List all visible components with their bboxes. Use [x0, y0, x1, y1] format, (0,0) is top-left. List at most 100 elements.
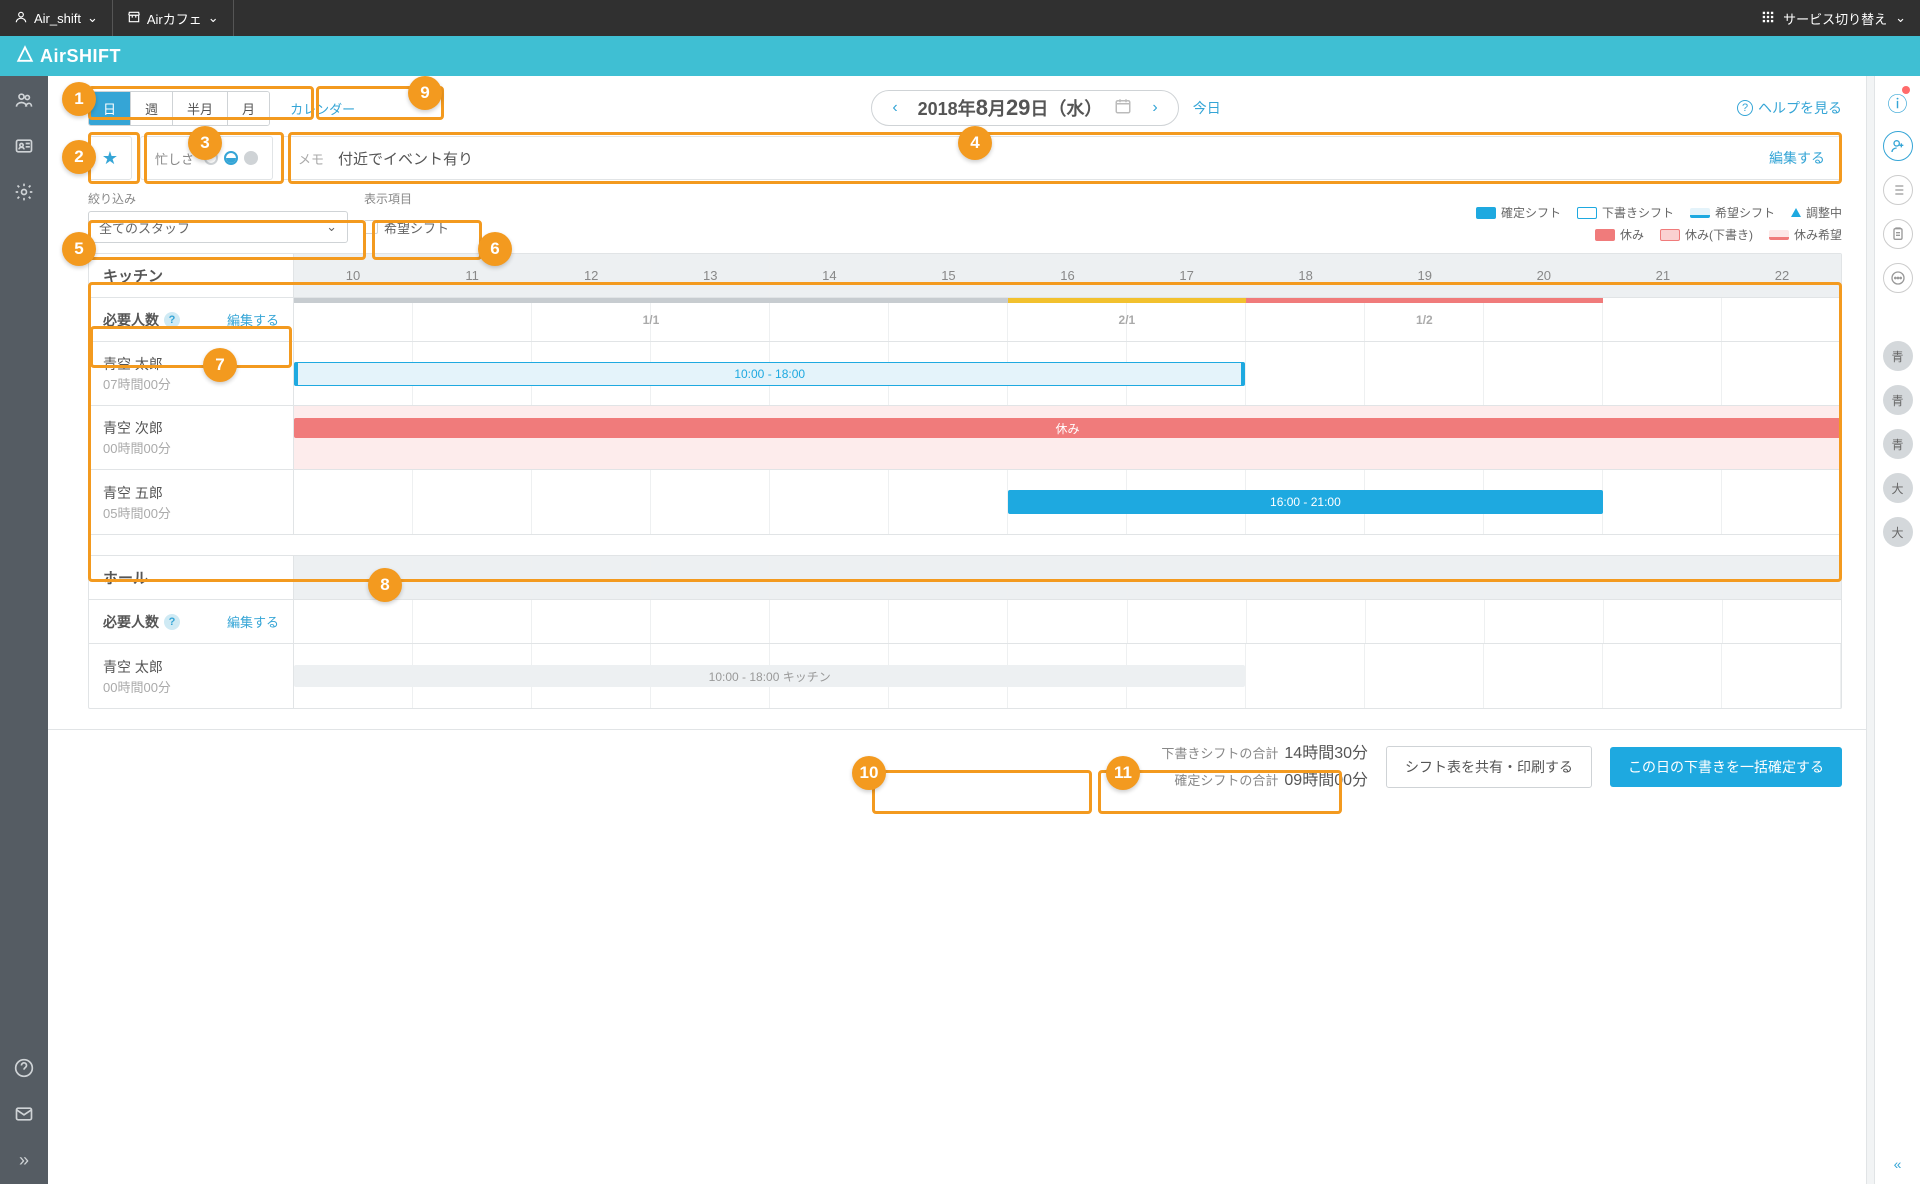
callout-5: 5 [62, 232, 96, 266]
staff-hours: 05時間00分 [103, 503, 279, 522]
info-icon[interactable]: ⓘ [1888, 88, 1908, 117]
shift-bar-confirmed[interactable]: 16:00 - 21:00 [1008, 490, 1603, 514]
date-navigator: ‹ 2018年8月29日（水） › 今日 [369, 90, 1723, 126]
section-title: キッチン [89, 254, 294, 297]
shift-bar-draft[interactable]: 10:00 - 18:00 [294, 362, 1245, 386]
staff-grid[interactable]: 休み [294, 406, 1841, 469]
brand-text: AirSHIFT [40, 46, 121, 67]
calendar-link[interactable]: カレンダー [290, 99, 355, 118]
avatar[interactable]: 大 [1883, 473, 1913, 503]
mail-nav-icon[interactable] [10, 1100, 38, 1128]
view-toggle: 日 週 半月 月 [88, 91, 270, 126]
staff-row: 青空 五郎 05時間00分 16:00 - 21:00 [89, 470, 1841, 534]
shift-bar-wish[interactable]: 10:00 - 18:00 キッチン [294, 665, 1245, 687]
store-icon [127, 10, 141, 27]
view-month-button[interactable]: 月 [228, 92, 269, 125]
avatar[interactable]: 大 [1883, 517, 1913, 547]
busy-dot-high[interactable] [244, 151, 258, 165]
hour-cell: 12 [532, 254, 651, 297]
grid-icon [1761, 10, 1775, 27]
hour-cell: 21 [1604, 254, 1723, 297]
callout-4: 4 [958, 126, 992, 160]
list-icon[interactable] [1883, 175, 1913, 205]
view-halfmonth-button[interactable]: 半月 [173, 92, 228, 125]
store-name: Airカフェ [147, 9, 202, 28]
help-icon[interactable]: ? [164, 312, 180, 328]
help-label: ヘルプを見る [1758, 98, 1842, 118]
chevron-down-icon: ⌄ [87, 10, 98, 26]
section-header-row: ホール [89, 556, 1841, 600]
header-row: 日 週 半月 月 カレンダー ‹ 2018年8月29日（水） [48, 76, 1866, 136]
memo-label: メモ [298, 149, 324, 168]
staff-filter-select[interactable]: 全てのスタッフ ⌄ [88, 211, 348, 243]
date-display: 2018年8月29日（水） [918, 95, 1103, 121]
confirm-all-button[interactable]: この日の下書きを一括確定する [1610, 747, 1842, 787]
filter-label: 絞り込み [88, 190, 348, 207]
settings-nav-icon[interactable] [10, 178, 38, 206]
memo-text: 付近でイベント有り [338, 148, 1755, 169]
required-title: 必要人数? [103, 310, 180, 330]
staff-grid[interactable]: 10:00 - 18:00 [294, 342, 1841, 405]
user-menu[interactable]: Air_shift ⌄ [0, 0, 113, 36]
expand-sidebar-icon[interactable]: « [1894, 1156, 1902, 1172]
required-staff-row: 必要人数? 編集する [89, 600, 1841, 644]
hour-cell: 22 [1723, 254, 1841, 297]
avatar[interactable]: 青 [1883, 385, 1913, 415]
avatar[interactable]: 青 [1883, 341, 1913, 371]
wish-shift-checkbox[interactable]: 希望シフト [364, 211, 449, 243]
clipboard-icon[interactable] [1883, 219, 1913, 249]
schedule: キッチン 10 11 12 13 14 15 16 17 18 19 [88, 253, 1842, 729]
hour-cell: 11 [413, 254, 532, 297]
staff-row: 青空 次郎 00時間00分 休み [89, 406, 1841, 470]
filter-group: 絞り込み 全てのスタッフ ⌄ [88, 190, 348, 243]
required-edit-link[interactable]: 編集する [227, 310, 279, 329]
memo-edit-link[interactable]: 編集する [1769, 148, 1825, 168]
memo-box: メモ 付近でイベント有り 編集する [281, 136, 1842, 180]
collapse-sidebar-icon[interactable]: » [10, 1146, 38, 1174]
help-nav-icon[interactable] [10, 1054, 38, 1082]
hours-header: 10 11 12 13 14 15 16 17 18 19 20 21 [294, 254, 1841, 297]
staff-nav-icon[interactable] [10, 86, 38, 114]
req-cell: 1/2 [1246, 298, 1603, 341]
service-switch[interactable]: サービス切り替え ⌄ [1747, 0, 1920, 36]
required-title: 必要人数? [103, 612, 180, 632]
callout-6: 6 [478, 232, 512, 266]
callout-10: 10 [852, 756, 886, 790]
scrollbar[interactable] [1866, 76, 1874, 1184]
hour-cell: 14 [770, 254, 889, 297]
user-name: Air_shift [34, 11, 81, 26]
add-staff-icon[interactable] [1883, 131, 1913, 161]
staff-grid[interactable]: 16:00 - 21:00 [294, 470, 1841, 534]
section-title: ホール [89, 556, 294, 599]
filter-value: 全てのスタッフ [99, 218, 190, 237]
section-header-row: キッチン 10 11 12 13 14 15 16 17 18 19 [89, 254, 1841, 298]
person-icon [14, 10, 28, 27]
chevron-down-icon: ⌄ [326, 219, 337, 235]
required-grid: 1/1 2/1 1/2 [294, 298, 1841, 341]
staff-row: 青空 太郎 00時間00分 10:00 - 18:00 キッチン [89, 644, 1841, 708]
req-cell: 2/1 [1008, 298, 1246, 341]
required-edit-link[interactable]: 編集する [227, 612, 279, 631]
chevron-down-icon: ⌄ [1895, 10, 1906, 26]
help-icon[interactable]: ? [164, 614, 180, 630]
today-link[interactable]: 今日 [1193, 98, 1221, 118]
hour-cell: 20 [1485, 254, 1604, 297]
next-date-button[interactable]: › [1144, 95, 1165, 121]
callout-8: 8 [368, 568, 402, 602]
help-icon: ? [1737, 100, 1753, 116]
required-staff-row: 必要人数? 編集する 1/1 2/1 1/2 [89, 298, 1841, 342]
prev-date-button[interactable]: ‹ [884, 95, 905, 121]
req-cell: 1/1 [294, 298, 1008, 341]
calendar-icon[interactable] [1114, 97, 1132, 120]
help-link[interactable]: ? ヘルプを見る [1737, 98, 1842, 118]
hour-cell: 17 [1128, 254, 1247, 297]
store-menu[interactable]: Airカフェ ⌄ [113, 0, 234, 36]
id-nav-icon[interactable] [10, 132, 38, 160]
avatar[interactable]: 青 [1883, 429, 1913, 459]
view-week-button[interactable]: 週 [131, 92, 173, 125]
chat-icon[interactable] [1883, 263, 1913, 293]
share-print-button[interactable]: シフト表を共有・印刷する [1386, 746, 1592, 788]
busy-dot-mid[interactable] [224, 151, 238, 165]
shift-bar-rest[interactable]: 休み [294, 418, 1841, 438]
staff-grid[interactable]: 10:00 - 18:00 キッチン [294, 644, 1841, 708]
